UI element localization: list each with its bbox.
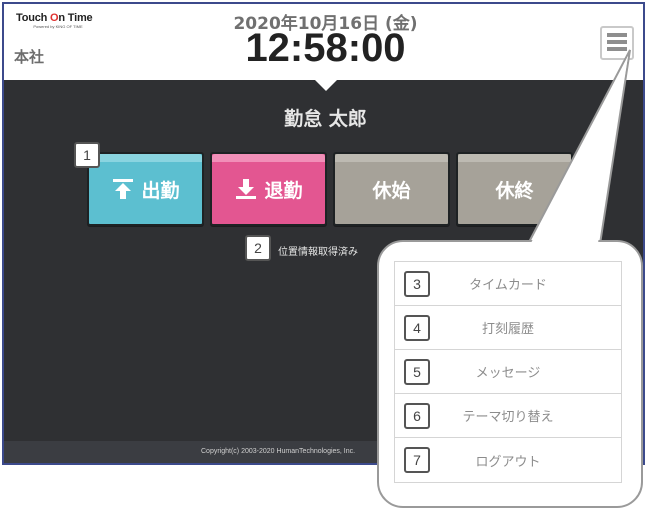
menu-item-punch-history[interactable]: 4 打刻履歴: [395, 306, 621, 350]
break-start-button[interactable]: 休始: [333, 152, 450, 226]
header-pointer: [314, 79, 338, 91]
callout-badge-4: 4: [404, 315, 430, 341]
location-status: 位置情報取得済み: [278, 247, 358, 258]
callout-badge-7: 7: [404, 447, 430, 473]
callout-badge-5: 5: [404, 359, 430, 385]
button-top-band: [458, 154, 571, 162]
break-end-label: 休終: [495, 179, 534, 202]
break-start-label: 休始: [372, 179, 411, 202]
arrow-down-icon: [236, 179, 257, 199]
menu-item-theme-switch[interactable]: 6 テーマ切り替え: [395, 394, 621, 438]
user-name: 勤怠 太郎: [284, 108, 367, 130]
menu-item-timecard[interactable]: 3 タイムカード: [395, 262, 621, 306]
clock-out-button[interactable]: 退勤: [210, 152, 327, 226]
clock-in-button[interactable]: 出勤: [87, 152, 204, 226]
hamburger-menu-button[interactable]: [600, 26, 634, 60]
menu-item-messages[interactable]: 5 メッセージ: [395, 350, 621, 394]
copyright-text: Copyright(c) 2003-2020 HumanTechnologies…: [201, 448, 356, 455]
hamburger-icon: [607, 33, 627, 37]
menu-item-label: タイムカード: [469, 278, 547, 293]
menu-item-label: ログアウト: [475, 454, 541, 470]
arrow-up-icon: [113, 179, 134, 199]
current-time: 12:58:00: [245, 26, 406, 70]
callout-badge-3: 3: [404, 271, 430, 297]
dropdown-menu: 3 タイムカード 4 打刻履歴 5 メッセージ 6 テーマ切り替え 7 ログアウ…: [394, 261, 622, 483]
menu-item-label: メッセージ: [475, 366, 541, 381]
clock-out-label: 退勤: [264, 179, 303, 202]
menu-item-logout[interactable]: 7 ログアウト: [395, 438, 621, 482]
break-end-button[interactable]: 休終: [456, 152, 573, 226]
callout-badge-6: 6: [404, 403, 430, 429]
hamburger-icon-line: [607, 47, 627, 51]
header: Touch On Time Powered by KING OF TIME 本社…: [4, 4, 643, 80]
menu-item-label: 打刻履歴: [481, 322, 534, 337]
callout-badge-2: 2: [245, 235, 271, 261]
button-top-band: [89, 154, 202, 162]
button-top-band: [212, 154, 325, 162]
menu-item-label: テーマ切り替え: [462, 410, 554, 425]
clock-in-label: 出勤: [141, 179, 180, 202]
hamburger-icon-line: [607, 40, 627, 44]
button-top-band: [335, 154, 448, 162]
callout-badge-1: 1: [74, 142, 100, 168]
